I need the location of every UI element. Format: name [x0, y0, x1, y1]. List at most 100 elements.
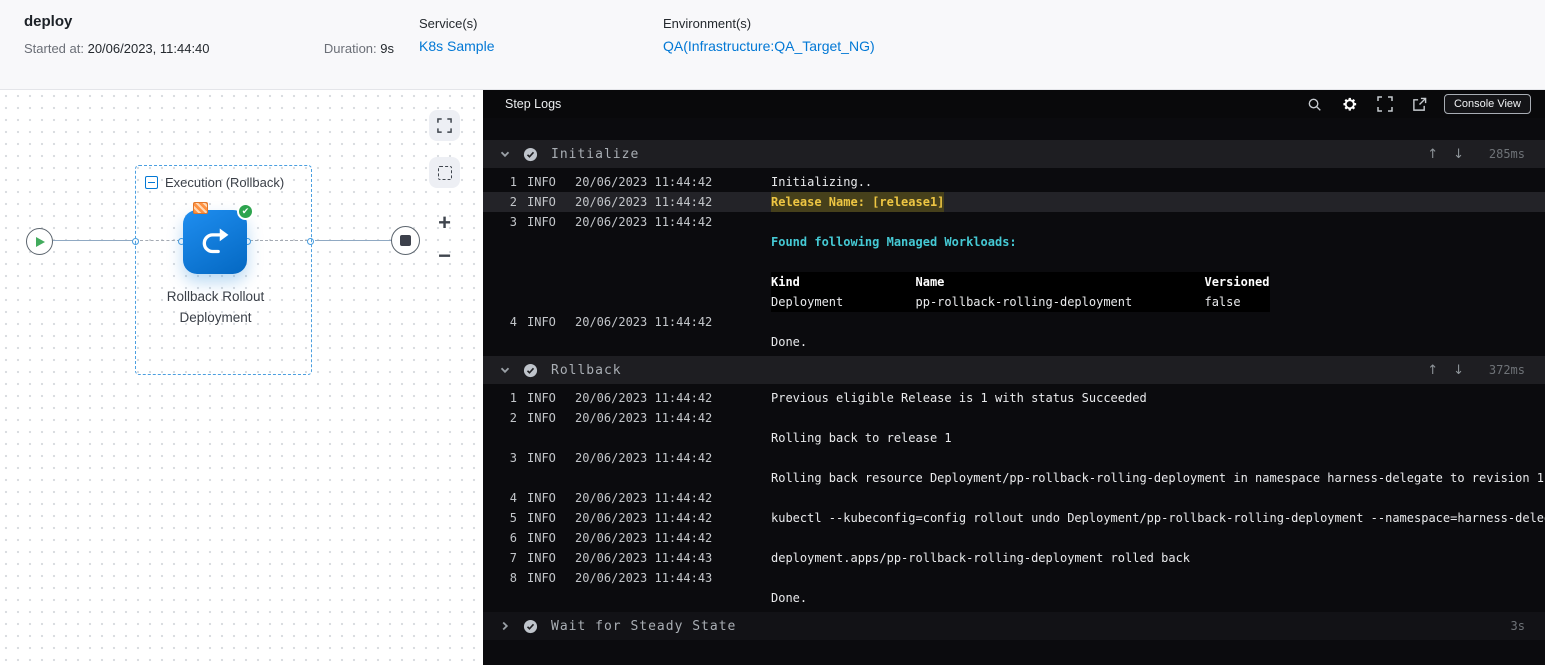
log-message: Release Name: [release1] — [771, 192, 945, 212]
log-level: INFO — [527, 315, 556, 329]
fullscreen-icon[interactable] — [1374, 93, 1396, 115]
fit-to-screen-button[interactable] — [429, 110, 460, 141]
log-timestamp: 20/06/2023 11:44:42 — [575, 531, 713, 545]
log-timestamp: 20/06/2023 11:44:42 — [575, 315, 713, 329]
services-label: Service(s) — [419, 16, 478, 31]
log-timestamp: 20/06/2023 11:44:42 — [575, 391, 713, 405]
end-node — [391, 226, 420, 255]
gear-icon[interactable] — [1339, 93, 1361, 115]
execution-summary-header: deploy Started at: 20/06/2023, 11:44:40 … — [0, 0, 1545, 90]
pipeline-canvas[interactable]: Execution (Rollback) ✔ Rollback Rollout … — [0, 90, 483, 665]
chevron-right-icon[interactable] — [493, 620, 517, 632]
log-level: INFO — [527, 531, 556, 545]
log-line-number: 4 — [509, 491, 517, 505]
zoom-in-button[interactable]: + — [429, 207, 460, 238]
chevron-down-icon[interactable] — [493, 148, 517, 160]
log-sections[interactable]: Initialize ↑ ↓ 285ms 1 INFO 20/06/2023 11:44:4… — [483, 118, 1545, 665]
log-section-initialize: Initialize ↑ ↓ 285ms 1 INFO 20/06/2023 11:44:4… — [483, 140, 1545, 356]
duration-value: 9s — [380, 41, 394, 56]
log-line-number — [483, 588, 517, 608]
log-timestamp: 20/06/2023 11:44:43 — [575, 551, 713, 565]
chevron-down-icon[interactable] — [493, 364, 517, 376]
log-row: 4 INFO 20/06/2023 11:44:42 — [483, 312, 1545, 332]
log-line-number: 3 — [509, 451, 517, 465]
log-timestamp — [575, 428, 715, 448]
environment-link[interactable]: QA(Infrastructure:QA_Target_NG) — [663, 38, 875, 54]
log-message: Previous eligible Release is 1 with stat… — [771, 391, 1147, 405]
service-link[interactable]: K8s Sample — [419, 38, 494, 54]
log-level — [527, 428, 567, 448]
log-section-header-initialize[interactable]: Initialize ↑ ↓ 285ms — [483, 140, 1545, 168]
log-message: Kind Name Versioned — [771, 272, 1270, 292]
log-timestamp: 20/06/2023 11:44:42 — [575, 491, 713, 505]
log-line-number: 3 — [509, 215, 517, 229]
log-section-header-rollback[interactable]: Rollback ↑ ↓ 372ms — [483, 356, 1545, 384]
log-level: INFO — [527, 571, 556, 585]
log-level — [527, 232, 567, 252]
search-icon[interactable] — [1304, 93, 1326, 115]
started-at-label: Started at: — [24, 41, 88, 56]
log-line-number — [483, 428, 517, 448]
success-check-icon — [517, 147, 543, 162]
log-level — [527, 272, 567, 292]
log-timestamp — [575, 332, 715, 352]
log-line-number: 8 — [509, 571, 517, 585]
log-message: Done. — [771, 591, 808, 605]
log-row: Done. — [483, 332, 1545, 352]
play-icon — [36, 236, 45, 247]
started-at: Started at: 20/06/2023, 11:44:40 — [24, 41, 210, 56]
step-success-badge-icon: ✔ — [237, 203, 254, 220]
rollback-step-node[interactable]: ✔ — [183, 202, 254, 274]
log-row: 2 INFO 20/06/2023 11:44:42 — [483, 408, 1545, 428]
log-timestamp: 20/06/2023 11:44:42 — [575, 411, 713, 425]
zoom-out-button[interactable]: − — [429, 240, 460, 271]
section-duration: 285ms — [1488, 147, 1525, 161]
log-level: INFO — [527, 195, 556, 209]
stop-icon — [400, 235, 411, 246]
log-level — [527, 252, 567, 272]
log-row: 8 INFO 20/06/2023 11:44:43 — [483, 568, 1545, 588]
scroll-to-bottom-icon[interactable]: ↓ — [1453, 147, 1464, 162]
scroll-to-top-icon[interactable]: ↑ — [1427, 363, 1438, 378]
marquee-select-button[interactable] — [429, 157, 460, 188]
log-timestamp: 20/06/2023 11:44:42 — [575, 451, 713, 465]
success-check-icon — [517, 363, 543, 378]
log-timestamp — [575, 292, 715, 312]
log-timestamp: 20/06/2023 11:44:43 — [575, 571, 713, 585]
execution-page: deploy Started at: 20/06/2023, 11:44:40 … — [0, 0, 1545, 665]
scroll-to-bottom-icon[interactable]: ↓ — [1453, 363, 1464, 378]
execution-meta: Started at: 20/06/2023, 11:44:40 Duratio… — [24, 41, 419, 56]
log-timestamp — [575, 252, 715, 272]
log-line-number — [483, 232, 517, 252]
log-timestamp: 20/06/2023 11:44:42 — [575, 175, 713, 189]
rollback-undo-icon — [202, 228, 229, 254]
log-row: Deployment pp-rollback-rolling-deploymen… — [483, 292, 1545, 312]
log-timestamp: 20/06/2023 11:44:42 — [575, 511, 713, 525]
log-row: 6 INFO 20/06/2023 11:44:42 — [483, 528, 1545, 548]
log-section-header-wait-for-steady-state[interactable]: Wait for Steady State 3s — [483, 612, 1545, 640]
section-duration: 372ms — [1488, 363, 1525, 377]
scroll-to-top-icon[interactable]: ↑ — [1427, 147, 1438, 162]
log-row: 3 INFO 20/06/2023 11:44:42 — [483, 448, 1545, 468]
expand-corners-icon — [437, 118, 452, 133]
log-timestamp — [575, 272, 715, 292]
collapse-minus-icon[interactable] — [145, 176, 158, 189]
edge-start-to-stage — [53, 240, 133, 241]
execution-title-block: deploy Started at: 20/06/2023, 11:44:40 … — [24, 13, 419, 89]
console-view-button[interactable]: Console View — [1443, 94, 1531, 114]
log-line-number: 5 — [509, 511, 517, 525]
log-timestamp — [575, 232, 715, 252]
section-duration: 3s — [1510, 619, 1525, 633]
log-level: INFO — [527, 491, 556, 505]
log-row: 5 INFO 20/06/2023 11:44:42 kubectl --kubeco… — [483, 508, 1545, 528]
section-title: Initialize — [551, 146, 640, 162]
started-at-value: 20/06/2023, 11:44:40 — [87, 41, 210, 56]
step-logs-header: Step Logs Console View — [483, 90, 1545, 118]
log-line-number: 4 — [509, 315, 517, 329]
log-line-number — [483, 292, 517, 312]
log-line-number — [483, 468, 517, 488]
log-row — [483, 252, 1545, 272]
duration-label: Duration: — [323, 41, 381, 56]
section-rows: 1 INFO 20/06/2023 11:44:42 Previous eligibl… — [483, 384, 1545, 612]
open-in-new-icon[interactable] — [1409, 93, 1431, 115]
